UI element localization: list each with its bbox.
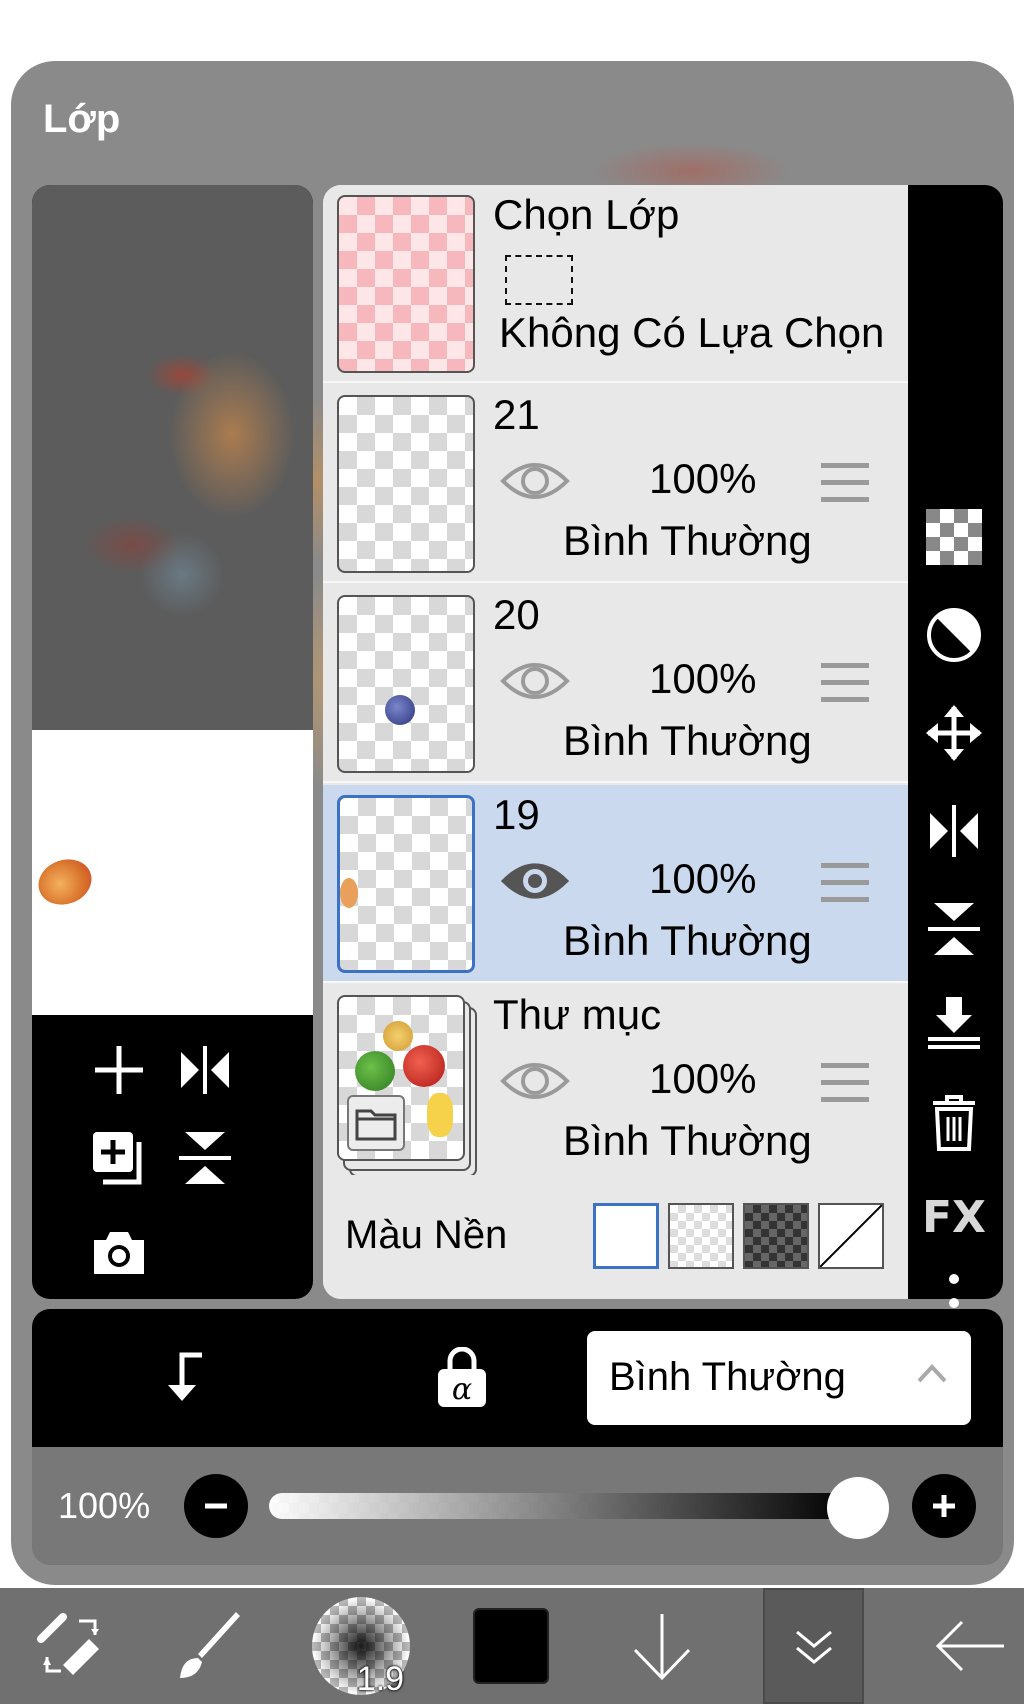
flip-vertical-icon[interactable]	[170, 1123, 240, 1193]
brush-icon[interactable]	[160, 1588, 260, 1704]
layer-row-20[interactable]: 20 100% Bình Thường	[323, 585, 908, 783]
fx-icon[interactable]: FX	[922, 1185, 986, 1249]
bg-checker-dark-swatch[interactable]	[743, 1203, 809, 1269]
color-swatch	[473, 1608, 549, 1684]
flip-vertical-icon[interactable]	[922, 897, 986, 961]
opacity-value: 100%	[58, 1485, 151, 1526]
move-icon[interactable]	[922, 701, 986, 765]
back-arrow-icon[interactable]	[920, 1588, 1020, 1704]
selection-layer-name: Chọn Lớp	[493, 191, 680, 238]
layer-name: 19	[493, 791, 540, 838]
tool-switch-icon[interactable]	[20, 1588, 120, 1704]
fx-label: FX	[922, 1191, 986, 1243]
brush-size-preview[interactable]: 1.9	[306, 1588, 416, 1704]
layer-blend-mode: Bình Thường	[563, 1117, 812, 1164]
bg-white-swatch[interactable]	[593, 1203, 659, 1269]
layer-name: 21	[493, 391, 540, 438]
layer-thumbnail	[337, 795, 475, 973]
tomato-image	[403, 1045, 445, 1087]
flip-horizontal-icon[interactable]	[170, 1035, 240, 1105]
opacity-decrease-button[interactable]	[184, 1474, 248, 1538]
drag-handle-icon[interactable]	[821, 863, 869, 905]
layer-row-19[interactable]: 19 100% Bình Thường	[323, 785, 908, 983]
layer-opacity: 100%	[649, 1055, 757, 1102]
drag-handle-icon[interactable]	[821, 463, 869, 505]
shrimp-fragment-image	[340, 878, 358, 908]
eye-filled-icon[interactable]	[499, 857, 571, 905]
layer-preview	[32, 730, 313, 1015]
layer-row-21[interactable]: 21 100% Bình Thường	[323, 385, 908, 583]
layer-opacity: 100%	[649, 655, 757, 702]
eye-outline-icon[interactable]	[499, 1057, 571, 1105]
layer-blend-mode: Bình Thường	[563, 517, 812, 564]
layer-opacity: 100%	[649, 455, 757, 502]
layer-blend-mode: Bình Thường	[563, 717, 812, 764]
selection-marquee-icon	[505, 255, 573, 305]
eye-outline-icon[interactable]	[499, 657, 571, 705]
svg-text:α: α	[452, 1372, 472, 1407]
brush-size-value: 1.9	[356, 1660, 404, 1698]
brush-size-circle: 1.9	[312, 1597, 410, 1698]
folder-preview	[337, 995, 465, 1161]
clipping-half-circle-icon[interactable]	[922, 603, 986, 667]
sticker-image	[383, 1021, 413, 1051]
blueberry-image	[385, 695, 415, 725]
folder-icon	[347, 1095, 405, 1151]
layer-tab-icon[interactable]	[763, 1588, 864, 1704]
add-layer-icon[interactable]	[84, 1035, 154, 1105]
layer-opacity: 100%	[649, 855, 757, 902]
opacity-increase-button[interactable]	[912, 1474, 976, 1538]
selection-layer-row[interactable]: Chọn Lớp Không Có Lựa Chọn	[323, 185, 908, 383]
drag-handle-icon[interactable]	[821, 1063, 869, 1105]
banana-image	[427, 1093, 453, 1137]
layer-blend-mode: Bình Thường	[563, 917, 812, 964]
arrow-down-icon[interactable]	[614, 1588, 710, 1704]
blend-mode-select[interactable]: Bình Thường	[587, 1331, 971, 1425]
transparency-checker-icon[interactable]	[922, 505, 986, 569]
dialog-title: Lớp	[43, 97, 121, 141]
bottom-toolbar: 1.9	[0, 1588, 1024, 1704]
folder-name: Thư mục	[493, 991, 662, 1038]
canvas-preview[interactable]	[32, 185, 313, 730]
folder-thumbnail	[337, 995, 477, 1177]
duplicate-layer-icon[interactable]	[84, 1123, 154, 1193]
opacity-slider-bar: 100%	[32, 1447, 1003, 1565]
merge-down-icon[interactable]	[922, 991, 986, 1055]
opacity-slider-knob[interactable]	[827, 1477, 889, 1539]
selection-status: Không Có Lựa Chọn	[499, 309, 885, 356]
blend-mode-value: Bình Thường	[609, 1355, 846, 1399]
shrimp-sticker-image	[32, 852, 98, 912]
layer-thumbnail	[337, 395, 475, 573]
clip-arrow-icon[interactable]	[154, 1347, 214, 1407]
layer-dialog: Lớp Chọn Lớp Không Có Lựa Chọn 21 100% B…	[11, 61, 1014, 1585]
trash-icon[interactable]	[922, 1091, 986, 1155]
flip-horizontal-icon[interactable]	[922, 799, 986, 863]
color-picker-button[interactable]	[466, 1588, 556, 1704]
alpha-lock-icon[interactable]: α	[434, 1346, 490, 1409]
layer-list: Chọn Lớp Không Có Lựa Chọn 21 100% Bình …	[323, 185, 908, 1299]
layer-thumbnail	[337, 595, 475, 773]
drag-handle-icon[interactable]	[821, 663, 869, 705]
chevron-up-icon	[915, 1361, 949, 1390]
folder-row[interactable]: Thư mục 100% Bình Thường	[323, 985, 908, 1183]
eye-outline-icon[interactable]	[499, 457, 571, 505]
canvas-preview-panel	[32, 185, 313, 1299]
camera-icon[interactable]	[84, 1221, 154, 1285]
opacity-slider-track[interactable]	[269, 1493, 849, 1519]
blend-mode-bar: α Bình Thường	[32, 1309, 1003, 1447]
bg-none-swatch[interactable]	[818, 1203, 884, 1269]
layer-tools-sidebar: FX	[908, 185, 1003, 1332]
background-color-row: Màu Nền	[323, 1175, 908, 1299]
background-color-label: Màu Nền	[345, 1213, 508, 1257]
selection-layer-thumbnail	[337, 195, 475, 373]
layer-name: 20	[493, 591, 540, 638]
watermelon-image	[355, 1051, 395, 1091]
bg-checker-light-swatch[interactable]	[668, 1203, 734, 1269]
